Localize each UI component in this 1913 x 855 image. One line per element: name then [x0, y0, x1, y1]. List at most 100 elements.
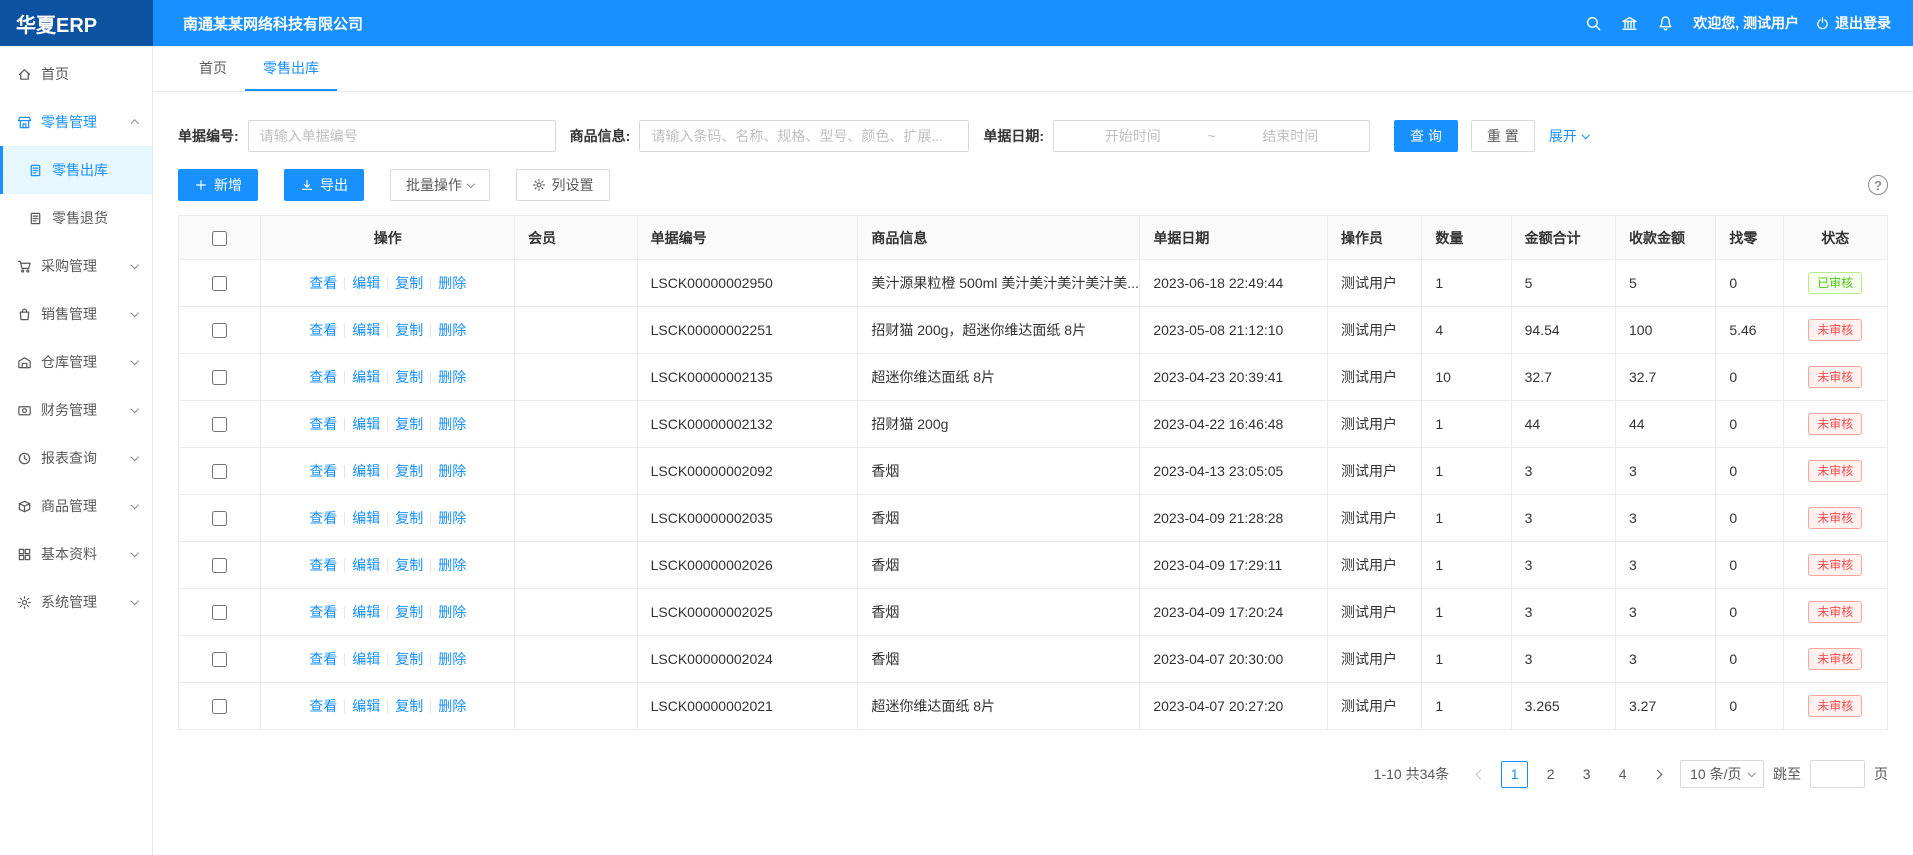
column-settings-button[interactable]: 列设置: [516, 169, 610, 201]
table-row: 查看编辑复制删除 LSCK00000002024 香烟 2023-04-07 2…: [179, 636, 1888, 683]
member-cell: [515, 589, 637, 636]
copy-link[interactable]: 复制: [395, 510, 423, 526]
sidebar-item-basedata[interactable]: 基本资料: [0, 530, 152, 578]
sidebar-item-retail-return[interactable]: 零售退货: [0, 194, 152, 242]
next-page-button[interactable]: [1645, 761, 1671, 787]
row-checkbox[interactable]: [212, 323, 227, 338]
view-link[interactable]: 查看: [309, 322, 337, 338]
member-cell: [515, 542, 637, 589]
delete-link[interactable]: 删除: [438, 369, 466, 385]
bill-no-input[interactable]: [248, 120, 556, 152]
sidebar-item-retail[interactable]: 零售管理: [0, 98, 152, 146]
edit-link[interactable]: 编辑: [352, 510, 380, 526]
expand-link[interactable]: 展开: [1549, 126, 1589, 146]
page-size-select[interactable]: 10 条/页: [1680, 760, 1764, 788]
add-button[interactable]: 新增: [178, 169, 258, 201]
sidebar-item-warehouse[interactable]: 仓库管理: [0, 338, 152, 386]
operator-cell: 测试用户: [1328, 260, 1422, 307]
copy-link[interactable]: 复制: [395, 322, 423, 338]
view-link[interactable]: 查看: [309, 463, 337, 479]
row-checkbox[interactable]: [212, 558, 227, 573]
sidebar-item-goods[interactable]: 商品管理: [0, 482, 152, 530]
edit-link[interactable]: 编辑: [352, 369, 380, 385]
date-end-input[interactable]: [1220, 128, 1361, 144]
edit-link[interactable]: 编辑: [352, 416, 380, 432]
tab-retail-outbound[interactable]: 零售出库: [245, 46, 337, 91]
search-button[interactable]: 查 询: [1394, 120, 1458, 152]
search-icon[interactable]: [1575, 0, 1611, 46]
view-link[interactable]: 查看: [309, 557, 337, 573]
sidebar-item-home[interactable]: 首页: [0, 50, 152, 98]
prev-page-button[interactable]: [1466, 761, 1492, 787]
view-link[interactable]: 查看: [309, 510, 337, 526]
page-button-4[interactable]: 4: [1609, 761, 1636, 788]
sidebar-item-finance[interactable]: 财务管理: [0, 386, 152, 434]
copy-link[interactable]: 复制: [395, 604, 423, 620]
copy-link[interactable]: 复制: [395, 275, 423, 291]
qty-cell: 1: [1422, 401, 1511, 448]
page-button-3[interactable]: 3: [1573, 761, 1600, 788]
delete-link[interactable]: 删除: [438, 322, 466, 338]
divider: [344, 371, 345, 384]
edit-link[interactable]: 编辑: [352, 463, 380, 479]
delete-link[interactable]: 删除: [438, 604, 466, 620]
row-checkbox[interactable]: [212, 699, 227, 714]
view-link[interactable]: 查看: [309, 698, 337, 714]
view-link[interactable]: 查看: [309, 651, 337, 667]
delete-link[interactable]: 删除: [438, 416, 466, 432]
copy-link[interactable]: 复制: [395, 463, 423, 479]
row-checkbox[interactable]: [212, 417, 227, 432]
copy-link[interactable]: 复制: [395, 557, 423, 573]
sidebar-item-sales[interactable]: 销售管理: [0, 290, 152, 338]
edit-link[interactable]: 编辑: [352, 275, 380, 291]
sidebar-item-system[interactable]: 系统管理: [0, 578, 152, 626]
delete-link[interactable]: 删除: [438, 510, 466, 526]
view-link[interactable]: 查看: [309, 275, 337, 291]
delete-link[interactable]: 删除: [438, 651, 466, 667]
reset-button[interactable]: 重 置: [1471, 120, 1535, 152]
delete-link[interactable]: 删除: [438, 557, 466, 573]
divider: [387, 559, 388, 572]
export-button[interactable]: 导出: [284, 169, 364, 201]
select-all-checkbox[interactable]: [212, 231, 227, 246]
help-icon[interactable]: ?: [1868, 175, 1888, 195]
bank-icon[interactable]: [1611, 0, 1647, 46]
batch-operations-button[interactable]: 批量操作: [390, 169, 490, 201]
row-checkbox[interactable]: [212, 605, 227, 620]
goods-info-input[interactable]: [639, 120, 969, 152]
edit-link[interactable]: 编辑: [352, 557, 380, 573]
row-checkbox[interactable]: [212, 511, 227, 526]
copy-link[interactable]: 复制: [395, 416, 423, 432]
edit-link[interactable]: 编辑: [352, 698, 380, 714]
view-link[interactable]: 查看: [309, 369, 337, 385]
sidebar-item-reports[interactable]: 报表查询: [0, 434, 152, 482]
page-button-1[interactable]: 1: [1501, 761, 1528, 788]
bell-icon[interactable]: [1647, 0, 1683, 46]
divider: [344, 653, 345, 666]
edit-link[interactable]: 编辑: [352, 604, 380, 620]
view-link[interactable]: 查看: [309, 604, 337, 620]
row-checkbox[interactable]: [212, 652, 227, 667]
delete-link[interactable]: 删除: [438, 463, 466, 479]
delete-link[interactable]: 删除: [438, 275, 466, 291]
edit-link[interactable]: 编辑: [352, 651, 380, 667]
date-start-input[interactable]: [1062, 128, 1203, 144]
user-welcome[interactable]: 欢迎您, 测试用户: [1693, 13, 1799, 33]
view-link[interactable]: 查看: [309, 416, 337, 432]
row-checkbox[interactable]: [212, 276, 227, 291]
copy-link[interactable]: 复制: [395, 651, 423, 667]
delete-link[interactable]: 删除: [438, 698, 466, 714]
tab-home[interactable]: 首页: [181, 46, 245, 91]
row-checkbox[interactable]: [212, 464, 227, 479]
jump-suffix: 页: [1874, 764, 1888, 784]
sidebar-item-purchase[interactable]: 采购管理: [0, 242, 152, 290]
row-checkbox[interactable]: [212, 370, 227, 385]
page-button-2[interactable]: 2: [1537, 761, 1564, 788]
date-range-picker[interactable]: ~: [1053, 120, 1370, 152]
copy-link[interactable]: 复制: [395, 369, 423, 385]
copy-link[interactable]: 复制: [395, 698, 423, 714]
sidebar-item-retail-outbound[interactable]: 零售出库: [0, 146, 152, 194]
edit-link[interactable]: 编辑: [352, 322, 380, 338]
jump-page-input[interactable]: [1810, 760, 1865, 788]
logout-button[interactable]: 退出登录: [1815, 13, 1891, 33]
